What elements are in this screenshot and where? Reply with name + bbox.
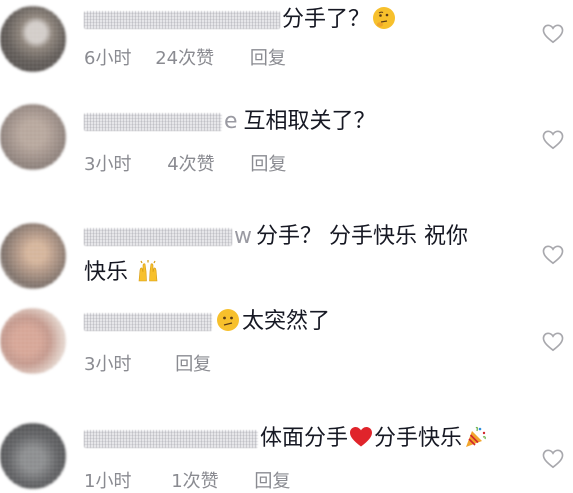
username-blurred[interactable]: [84, 430, 258, 448]
username-blurred[interactable]: [84, 228, 232, 246]
comment-time: 3小时: [84, 354, 132, 375]
reply-button[interactable]: 回复: [254, 467, 290, 493]
raising-hands-icon: [138, 260, 158, 282]
heart-outline-icon[interactable]: [542, 449, 564, 469]
username-blurred[interactable]: [84, 313, 212, 331]
avatar[interactable]: [0, 423, 66, 489]
avatar[interactable]: [0, 104, 66, 170]
like-count: 24次赞: [155, 48, 215, 69]
comment-content-a: 体面分手: [260, 426, 349, 451]
avatar[interactable]: [0, 6, 66, 72]
comment-content-line1: 分手？ 分手快乐 祝你: [256, 224, 468, 249]
comment-text: 太突然了: [84, 306, 503, 338]
comment-time: 3小时: [84, 154, 132, 175]
reply-button[interactable]: 回复: [175, 350, 211, 376]
comment-text: w 分手？ 分手快乐 祝你: [84, 221, 503, 253]
like-count: 1次赞: [171, 471, 219, 492]
heart-outline-icon[interactable]: [542, 332, 564, 352]
reply-button[interactable]: 回复: [250, 44, 286, 70]
heart-outline-icon[interactable]: [542, 24, 564, 44]
comment-content-b: 分手快乐: [374, 426, 463, 451]
like-count: 4次赞: [167, 154, 215, 175]
reply-button[interactable]: 回复: [250, 150, 286, 176]
username-blurred[interactable]: [84, 113, 222, 131]
comment-content-line2: 快乐: [84, 260, 129, 285]
red-heart-icon: [350, 427, 373, 447]
thinking-face-icon: [373, 7, 396, 29]
comment-content: 互相取关了？: [243, 109, 376, 134]
comment-content: 太突然了: [242, 309, 331, 334]
username-blurred[interactable]: [84, 11, 280, 29]
avatar[interactable]: [0, 308, 66, 374]
heart-outline-icon[interactable]: [542, 130, 564, 150]
heart-outline-icon[interactable]: [542, 245, 564, 265]
comment-text: e 互相取关了？: [84, 106, 503, 138]
confused-face-icon: [217, 309, 239, 331]
comment-text: 分手了？: [84, 4, 503, 36]
avatar[interactable]: [0, 223, 66, 289]
comment-content: 分手了？: [282, 7, 371, 32]
party-popper-icon: [466, 426, 486, 447]
comment-time: 6小时: [84, 48, 132, 69]
comment-time: 1小时: [84, 471, 132, 492]
comment-text: 体面分手 分手快乐: [84, 423, 503, 455]
comment-text-line2: 快乐: [84, 257, 503, 289]
